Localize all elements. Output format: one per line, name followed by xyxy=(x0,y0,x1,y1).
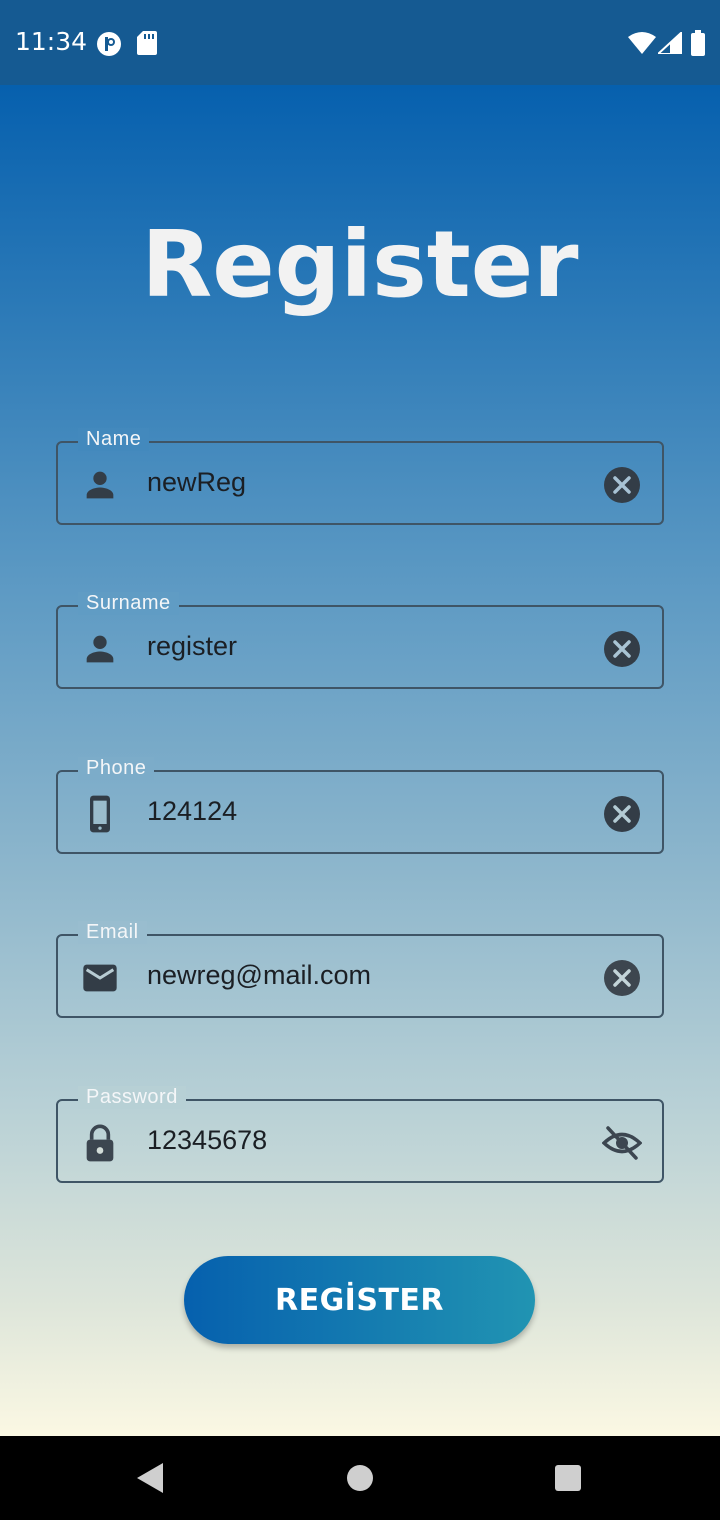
password-label: Password xyxy=(78,1086,186,1109)
clear-icon[interactable] xyxy=(603,630,641,668)
mail-icon xyxy=(80,958,120,998)
notification-icon xyxy=(96,31,122,62)
status-time: 11:34 xyxy=(15,27,88,56)
phone-label: Phone xyxy=(78,757,155,780)
recents-icon[interactable] xyxy=(528,1436,608,1520)
visibility-off-icon[interactable] xyxy=(601,1124,643,1162)
email-field[interactable]: Email newreg@mail.com xyxy=(56,921,664,1018)
name-input[interactable]: newReg xyxy=(147,467,246,498)
name-label: Name xyxy=(78,428,150,451)
page-title: Register xyxy=(141,211,579,318)
phone-icon xyxy=(80,794,120,834)
password-field[interactable]: Password 12345678 xyxy=(56,1086,664,1183)
person-icon xyxy=(80,465,120,505)
surname-input[interactable]: register xyxy=(147,631,237,662)
email-label: Email xyxy=(78,921,147,944)
back-icon[interactable] xyxy=(110,1436,190,1520)
email-input[interactable]: newreg@mail.com xyxy=(147,960,371,991)
battery-icon xyxy=(690,30,706,61)
phone-field[interactable]: Phone 124124 xyxy=(56,757,664,854)
wifi-icon xyxy=(628,32,656,59)
status-bar: 11:34 xyxy=(0,0,720,85)
sd-card-icon xyxy=(137,31,157,60)
password-input[interactable]: 12345678 xyxy=(147,1125,267,1156)
signal-icon xyxy=(655,29,683,59)
lock-icon xyxy=(80,1123,120,1163)
clear-icon[interactable] xyxy=(603,795,641,833)
surname-field[interactable]: Surname register xyxy=(56,592,664,689)
clear-icon[interactable] xyxy=(603,466,641,504)
clear-icon[interactable] xyxy=(603,959,641,997)
person-icon xyxy=(80,629,120,669)
surname-label: Surname xyxy=(78,592,179,615)
name-field[interactable]: Name newReg xyxy=(56,428,664,525)
register-button[interactable]: REGİSTER xyxy=(184,1256,535,1344)
navigation-bar xyxy=(0,1436,720,1520)
register-screen: Register Name newReg Surname register Ph… xyxy=(0,85,720,1436)
home-icon[interactable] xyxy=(320,1436,400,1520)
phone-input[interactable]: 124124 xyxy=(147,796,237,827)
